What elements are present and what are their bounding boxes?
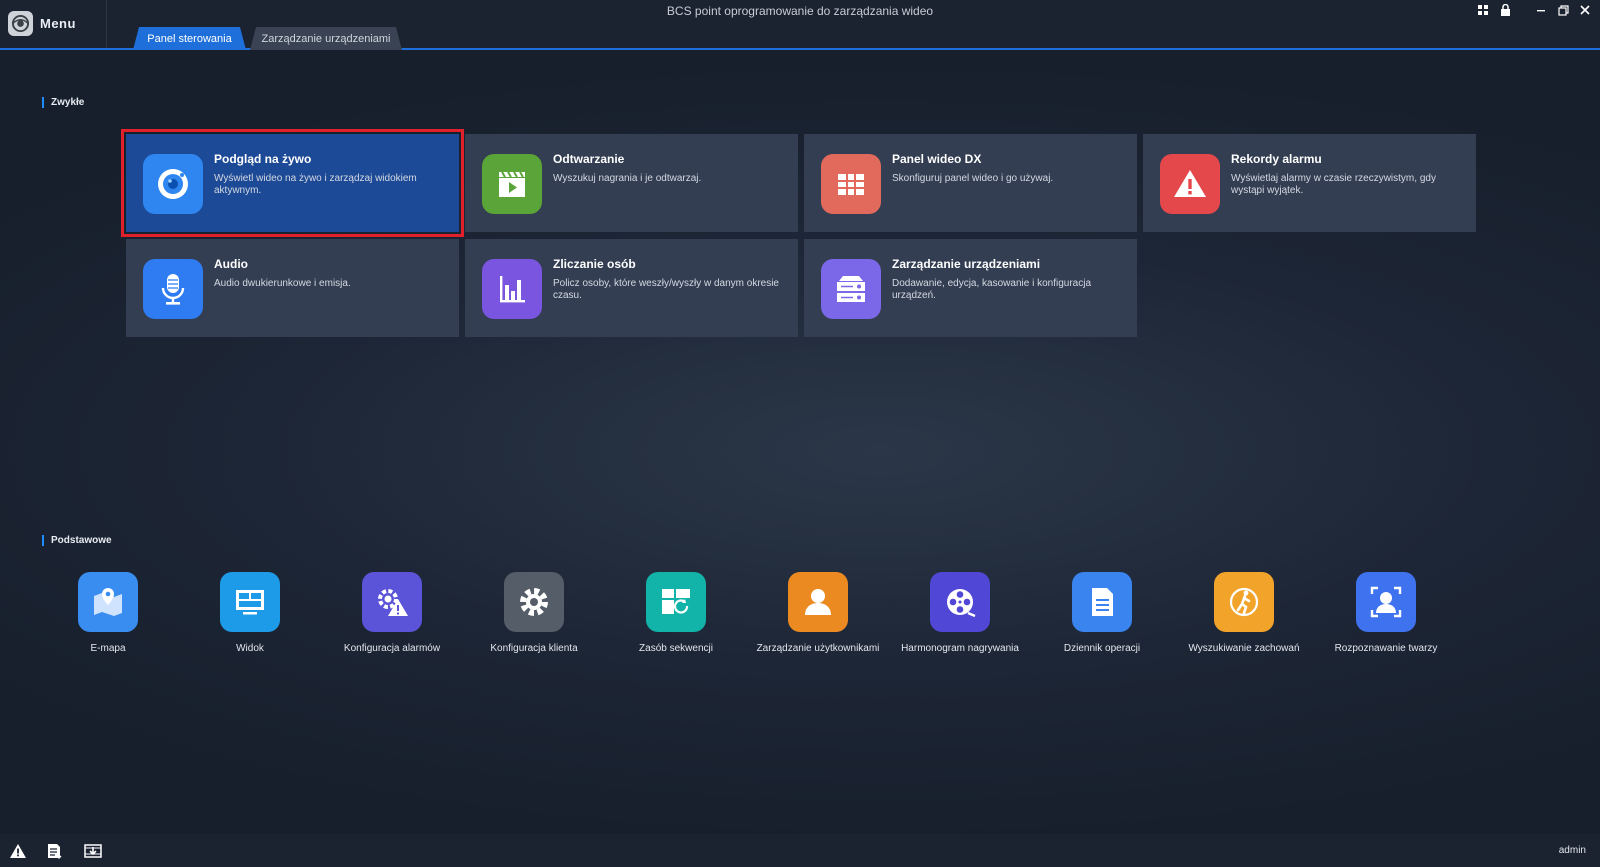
- card-description: Wyszukuj nagrania i je odtwarzaj.: [553, 173, 702, 184]
- card-title: Zarządzanie urządzeniami: [892, 257, 1041, 271]
- tool-label: E-mapa: [90, 643, 126, 654]
- face-recognition-icon: [1356, 572, 1416, 632]
- clapperboard-icon: [482, 154, 542, 214]
- tool-operation-log[interactable]: Dziennik operacji: [1032, 572, 1172, 654]
- view-layout-icon: [220, 572, 280, 632]
- sequence-icon: [646, 572, 706, 632]
- card-people-counting[interactable]: Zliczanie osób Policz osoby, które weszł…: [465, 239, 798, 337]
- restore-icon[interactable]: [1556, 3, 1570, 17]
- user-icon: [788, 572, 848, 632]
- tool-label: Wyszukiwanie zachowań: [1188, 643, 1300, 654]
- tool-behavior-search[interactable]: Wyszukiwanie zachowań: [1174, 572, 1314, 654]
- tool-label: Zarządzanie użytkownikami: [756, 643, 880, 654]
- video-wall-icon: [821, 154, 881, 214]
- tool-label: Harmonogram nagrywania: [901, 643, 1019, 654]
- card-description: Dodawanie, edycja, kasowanie i konfigura…: [892, 278, 1092, 301]
- tab-device-management[interactable]: Zarządzanie urządzeniami: [250, 27, 402, 50]
- tool-label: Widok: [236, 643, 264, 654]
- tool-label: Konfiguracja klienta: [490, 643, 578, 654]
- card-title: Podgląd na żywo: [214, 152, 312, 166]
- minimize-icon[interactable]: [1534, 3, 1548, 17]
- tool-alarm-config[interactable]: Konfiguracja alarmów: [322, 572, 462, 654]
- task-list-icon[interactable]: [46, 843, 64, 859]
- menu-label: Menu: [40, 16, 76, 31]
- card-description: Wyświetl wideo na żywo i zarządzaj widok…: [214, 173, 417, 196]
- card-audio[interactable]: Audio Audio dwukierunkowe i emisja.: [126, 239, 459, 337]
- server-device-icon: [821, 259, 881, 319]
- alarm-warning-icon: [1160, 154, 1220, 214]
- card-description: Audio dwukierunkowe i emisja.: [214, 278, 351, 289]
- card-description: Wyświetlaj alarmy w czasie rzeczywistym,…: [1231, 173, 1436, 196]
- tool-sequence-resource[interactable]: Zasób sekwencji: [606, 572, 746, 654]
- gear-icon: [504, 572, 564, 632]
- tool-label: Zasób sekwencji: [639, 643, 713, 654]
- window-title: BCS point oprogramowanie do zarządzania …: [666, 4, 934, 18]
- tool-label: Rozpoznawanie twarzy: [1334, 643, 1438, 654]
- card-live-view[interactable]: Podgląd na żywo Wyświetl wideo na żywo i…: [121, 129, 464, 237]
- tool-face-recognition[interactable]: Rozpoznawanie twarzy: [1316, 572, 1456, 654]
- lock-icon[interactable]: [1498, 3, 1512, 17]
- window-controls: [1476, 3, 1592, 17]
- status-bar: admin: [0, 834, 1600, 867]
- tab-control-panel[interactable]: Panel sterowania: [133, 27, 246, 50]
- card-playback[interactable]: Odtwarzanie Wyszukuj nagrania i je odtwa…: [465, 134, 798, 232]
- card-title: Rekordy alarmu: [1231, 152, 1322, 166]
- card-description: Skonfiguruj panel wideo i go używaj.: [892, 173, 1054, 184]
- tool-label: Dziennik operacji: [1063, 643, 1141, 654]
- card-title: Zliczanie osób: [553, 257, 636, 271]
- alarm-config-icon: [362, 572, 422, 632]
- map-icon: [78, 572, 138, 632]
- card-device-management[interactable]: Zarządzanie urządzeniami Dodawanie, edyc…: [804, 239, 1137, 337]
- document-log-icon: [1072, 572, 1132, 632]
- tool-view[interactable]: Widok: [180, 572, 320, 654]
- card-video-wall[interactable]: Panel wideo DX Skonfiguruj panel wideo i…: [804, 134, 1137, 232]
- camera-icon: [143, 154, 203, 214]
- card-title: Panel wideo DX: [892, 152, 982, 166]
- layout-icon[interactable]: [1476, 3, 1490, 17]
- download-icon[interactable]: [84, 843, 102, 859]
- card-title: Audio: [214, 257, 248, 271]
- bar-chart-icon: [482, 259, 542, 319]
- film-reel-icon: [930, 572, 990, 632]
- tool-recording-schedule[interactable]: Harmonogram nagrywania: [890, 572, 1030, 654]
- card-alarm-records[interactable]: Rekordy alarmu Wyświetlaj alarmy w czasi…: [1143, 134, 1476, 232]
- section-title-common: Zwykłe: [42, 97, 84, 108]
- microphone-icon: [143, 259, 203, 319]
- tool-label: Konfiguracja alarmów: [343, 643, 441, 654]
- card-description: Policz osoby, które weszły/wyszły w dany…: [553, 278, 779, 301]
- tool-client-config[interactable]: Konfiguracja klienta: [464, 572, 604, 654]
- behavior-search-icon: [1214, 572, 1274, 632]
- tool-user-management[interactable]: Zarządzanie użytkownikami: [748, 572, 888, 654]
- close-icon[interactable]: [1578, 3, 1592, 17]
- alarm-warning-icon[interactable]: [9, 843, 27, 859]
- current-user-label: admin: [1558, 845, 1586, 856]
- section-title-basic: Podstawowe: [42, 535, 112, 546]
- title-bar: Menu BCS point oprogramowanie do zarządz…: [0, 0, 1600, 50]
- card-title: Odtwarzanie: [553, 152, 625, 166]
- tool-e-map[interactable]: E-mapa: [38, 572, 178, 654]
